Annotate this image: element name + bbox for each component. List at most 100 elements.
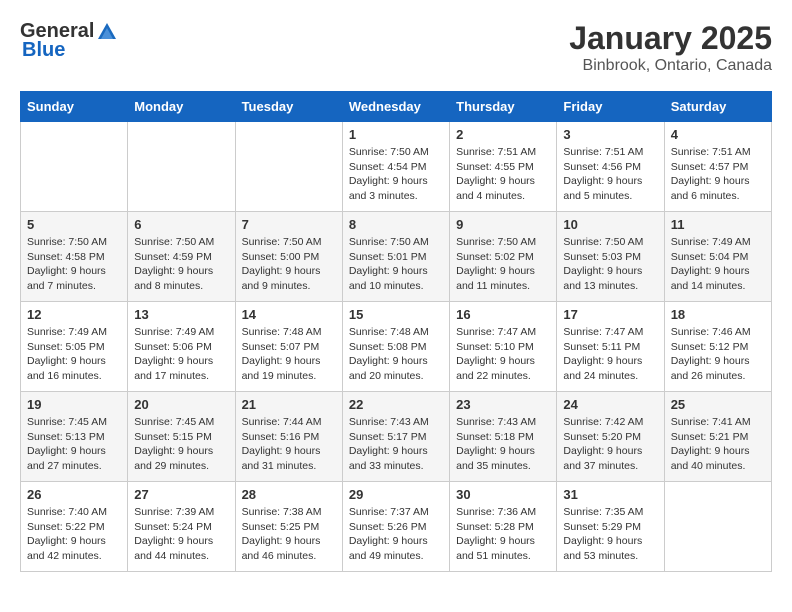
day-cell: 18 Sunrise: 7:46 AMSunset: 5:12 PMDayligh… xyxy=(664,302,771,392)
day-info: Sunrise: 7:50 AMSunset: 5:03 PMDaylight:… xyxy=(563,235,657,294)
week-row-5: 26 Sunrise: 7:40 AMSunset: 5:22 PMDayligh… xyxy=(21,482,772,572)
day-number: 29 xyxy=(349,487,443,502)
logo-blue: Blue xyxy=(20,39,65,62)
day-number: 31 xyxy=(563,487,657,502)
day-cell: 15 Sunrise: 7:48 AMSunset: 5:08 PMDayligh… xyxy=(342,302,449,392)
day-cell: 7 Sunrise: 7:50 AMSunset: 5:00 PMDaylight… xyxy=(235,212,342,302)
day-number: 20 xyxy=(134,397,228,412)
day-number: 15 xyxy=(349,307,443,322)
day-info: Sunrise: 7:49 AMSunset: 5:05 PMDaylight:… xyxy=(27,325,121,384)
day-cell xyxy=(235,122,342,212)
day-number: 12 xyxy=(27,307,121,322)
header-thursday: Thursday xyxy=(450,92,557,122)
day-number: 26 xyxy=(27,487,121,502)
day-cell: 27Sunrise: 7:39 AMSunset: 5:24 PMDayligh… xyxy=(128,482,235,572)
day-cell xyxy=(128,122,235,212)
day-info: Sunrise: 7:51 AMSunset: 4:57 PMDaylight:… xyxy=(671,145,765,204)
day-cell: 12 Sunrise: 7:49 AMSunset: 5:05 PMDayligh… xyxy=(21,302,128,392)
day-cell xyxy=(664,482,771,572)
day-cell: 16 Sunrise: 7:47 AMSunset: 5:10 PMDayligh… xyxy=(450,302,557,392)
day-number: 9 xyxy=(456,217,550,232)
day-number: 10 xyxy=(563,217,657,232)
header-friday: Friday xyxy=(557,92,664,122)
day-number: 1 xyxy=(349,127,443,142)
day-info: Sunrise: 7:38 AMSunset: 5:25 PMDaylight:… xyxy=(242,505,336,564)
day-cell: 14 Sunrise: 7:48 AMSunset: 5:07 PMDayligh… xyxy=(235,302,342,392)
calendar-table: SundayMondayTuesdayWednesdayThursdayFrid… xyxy=(20,91,772,572)
header-sunday: Sunday xyxy=(21,92,128,122)
day-info: Sunrise: 7:49 AMSunset: 5:04 PMDaylight:… xyxy=(671,235,765,294)
day-info: Sunrise: 7:44 AMSunset: 5:16 PMDaylight:… xyxy=(242,415,336,474)
day-cell: 13 Sunrise: 7:49 AMSunset: 5:06 PMDayligh… xyxy=(128,302,235,392)
day-info: Sunrise: 7:45 AMSunset: 5:13 PMDaylight:… xyxy=(27,415,121,474)
day-info: Sunrise: 7:49 AMSunset: 5:06 PMDaylight:… xyxy=(134,325,228,384)
day-number: 17 xyxy=(563,307,657,322)
day-cell: 9 Sunrise: 7:50 AMSunset: 5:02 PMDaylight… xyxy=(450,212,557,302)
day-info: Sunrise: 7:50 AMSunset: 4:58 PMDaylight:… xyxy=(27,235,121,294)
day-info: Sunrise: 7:42 AMSunset: 5:20 PMDaylight:… xyxy=(563,415,657,474)
day-info: Sunrise: 7:39 AMSunset: 5:24 PMDaylight:… xyxy=(134,505,228,564)
header-monday: Monday xyxy=(128,92,235,122)
header-row: SundayMondayTuesdayWednesdayThursdayFrid… xyxy=(21,92,772,122)
day-cell xyxy=(21,122,128,212)
day-info: Sunrise: 7:50 AMSunset: 5:01 PMDaylight:… xyxy=(349,235,443,294)
day-number: 4 xyxy=(671,127,765,142)
day-cell: 21Sunrise: 7:44 AMSunset: 5:16 PMDayligh… xyxy=(235,392,342,482)
day-info: Sunrise: 7:47 AMSunset: 5:11 PMDaylight:… xyxy=(563,325,657,384)
day-info: Sunrise: 7:35 AMSunset: 5:29 PMDaylight:… xyxy=(563,505,657,564)
day-cell: 19Sunrise: 7:45 AMSunset: 5:13 PMDayligh… xyxy=(21,392,128,482)
day-info: Sunrise: 7:41 AMSunset: 5:21 PMDaylight:… xyxy=(671,415,765,474)
day-info: Sunrise: 7:50 AMSunset: 5:00 PMDaylight:… xyxy=(242,235,336,294)
week-row-1: 1Sunrise: 7:50 AMSunset: 4:54 PMDaylight… xyxy=(21,122,772,212)
day-cell: 6Sunrise: 7:50 AMSunset: 4:59 PMDaylight… xyxy=(128,212,235,302)
day-info: Sunrise: 7:50 AMSunset: 5:02 PMDaylight:… xyxy=(456,235,550,294)
week-row-3: 12 Sunrise: 7:49 AMSunset: 5:05 PMDayligh… xyxy=(21,302,772,392)
day-number: 14 xyxy=(242,307,336,322)
calendar-body: 1Sunrise: 7:50 AMSunset: 4:54 PMDaylight… xyxy=(21,122,772,572)
day-info: Sunrise: 7:48 AMSunset: 5:08 PMDaylight:… xyxy=(349,325,443,384)
month-title: January 2025 xyxy=(569,20,772,57)
day-cell: 4 Sunrise: 7:51 AMSunset: 4:57 PMDaylight… xyxy=(664,122,771,212)
day-number: 24 xyxy=(563,397,657,412)
day-number: 18 xyxy=(671,307,765,322)
day-cell: 26 Sunrise: 7:40 AMSunset: 5:22 PMDayligh… xyxy=(21,482,128,572)
page-header: General Blue January 2025 Binbrook, Onta… xyxy=(20,20,772,75)
day-cell: 5Sunrise: 7:50 AMSunset: 4:58 PMDaylight… xyxy=(21,212,128,302)
day-info: Sunrise: 7:36 AMSunset: 5:28 PMDaylight:… xyxy=(456,505,550,564)
day-info: Sunrise: 7:47 AMSunset: 5:10 PMDaylight:… xyxy=(456,325,550,384)
day-info: Sunrise: 7:50 AMSunset: 4:59 PMDaylight:… xyxy=(134,235,228,294)
day-cell: 24 Sunrise: 7:42 AMSunset: 5:20 PMDayligh… xyxy=(557,392,664,482)
day-info: Sunrise: 7:45 AMSunset: 5:15 PMDaylight:… xyxy=(134,415,228,474)
day-info: Sunrise: 7:43 AMSunset: 5:18 PMDaylight:… xyxy=(456,415,550,474)
day-cell: 20 Sunrise: 7:45 AMSunset: 5:15 PMDayligh… xyxy=(128,392,235,482)
day-number: 3 xyxy=(563,127,657,142)
location-title: Binbrook, Ontario, Canada xyxy=(569,57,772,75)
day-cell: 10 Sunrise: 7:50 AMSunset: 5:03 PMDayligh… xyxy=(557,212,664,302)
header-wednesday: Wednesday xyxy=(342,92,449,122)
day-number: 8 xyxy=(349,217,443,232)
day-cell: 22Sunrise: 7:43 AMSunset: 5:17 PMDayligh… xyxy=(342,392,449,482)
week-row-4: 19Sunrise: 7:45 AMSunset: 5:13 PMDayligh… xyxy=(21,392,772,482)
day-info: Sunrise: 7:40 AMSunset: 5:22 PMDaylight:… xyxy=(27,505,121,564)
header-saturday: Saturday xyxy=(664,92,771,122)
day-cell: 30 Sunrise: 7:36 AMSunset: 5:28 PMDayligh… xyxy=(450,482,557,572)
day-number: 30 xyxy=(456,487,550,502)
day-cell: 28Sunrise: 7:38 AMSunset: 5:25 PMDayligh… xyxy=(235,482,342,572)
day-number: 11 xyxy=(671,217,765,232)
day-number: 16 xyxy=(456,307,550,322)
day-cell: 1Sunrise: 7:50 AMSunset: 4:54 PMDaylight… xyxy=(342,122,449,212)
day-info: Sunrise: 7:46 AMSunset: 5:12 PMDaylight:… xyxy=(671,325,765,384)
day-number: 7 xyxy=(242,217,336,232)
day-number: 25 xyxy=(671,397,765,412)
day-number: 2 xyxy=(456,127,550,142)
day-number: 13 xyxy=(134,307,228,322)
title-area: January 2025 Binbrook, Ontario, Canada xyxy=(569,20,772,75)
week-row-2: 5Sunrise: 7:50 AMSunset: 4:58 PMDaylight… xyxy=(21,212,772,302)
logo-icon xyxy=(96,21,118,43)
day-info: Sunrise: 7:48 AMSunset: 5:07 PMDaylight:… xyxy=(242,325,336,384)
day-info: Sunrise: 7:37 AMSunset: 5:26 PMDaylight:… xyxy=(349,505,443,564)
day-number: 22 xyxy=(349,397,443,412)
day-cell: 25 Sunrise: 7:41 AMSunset: 5:21 PMDayligh… xyxy=(664,392,771,482)
day-info: Sunrise: 7:51 AMSunset: 4:55 PMDaylight:… xyxy=(456,145,550,204)
day-cell: 8 Sunrise: 7:50 AMSunset: 5:01 PMDaylight… xyxy=(342,212,449,302)
